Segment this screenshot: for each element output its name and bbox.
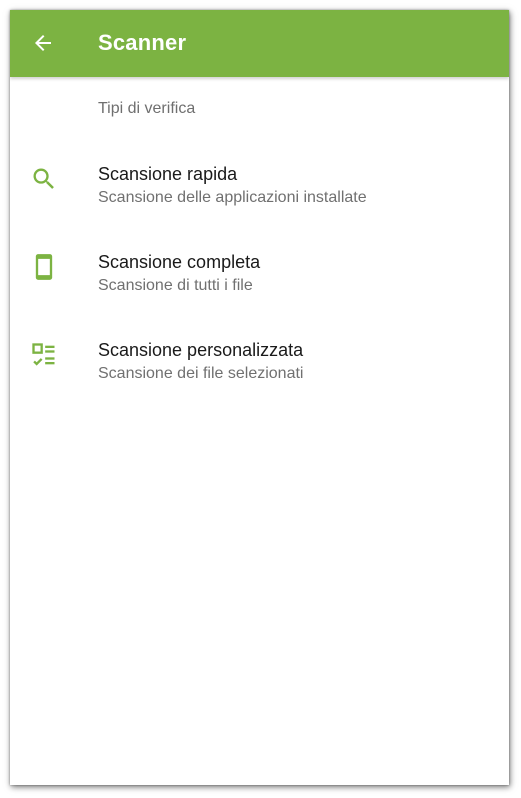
section-header: Tipi di verifica xyxy=(98,100,196,117)
arrow-back-icon xyxy=(35,35,51,51)
app-bar: Scanner xyxy=(10,10,509,77)
custom-scan-item[interactable]: Scansione personalizzata Scansione dei f… xyxy=(10,326,509,406)
item-title: Scansione personalizzata xyxy=(98,340,304,360)
app-window: Scanner Tipi di verifica Scansione rapid… xyxy=(10,10,509,785)
smartphone-icon xyxy=(30,253,58,281)
full-scan-item[interactable]: Scansione completa Scansione di tutti i … xyxy=(10,238,509,318)
search-icon xyxy=(30,165,58,193)
item-subtitle: Scansione di tutti i file xyxy=(98,277,253,294)
page-title: Scanner xyxy=(98,30,187,55)
checklist-icon xyxy=(30,341,58,369)
quick-scan-item[interactable]: Scansione rapida Scansione delle applica… xyxy=(10,150,509,230)
item-subtitle: Scansione dei file selezionati xyxy=(98,365,304,382)
item-subtitle: Scansione delle applicazioni installate xyxy=(98,189,367,206)
back-button[interactable] xyxy=(28,28,58,58)
item-title: Scansione completa xyxy=(98,252,261,272)
item-title: Scansione rapida xyxy=(98,164,238,184)
